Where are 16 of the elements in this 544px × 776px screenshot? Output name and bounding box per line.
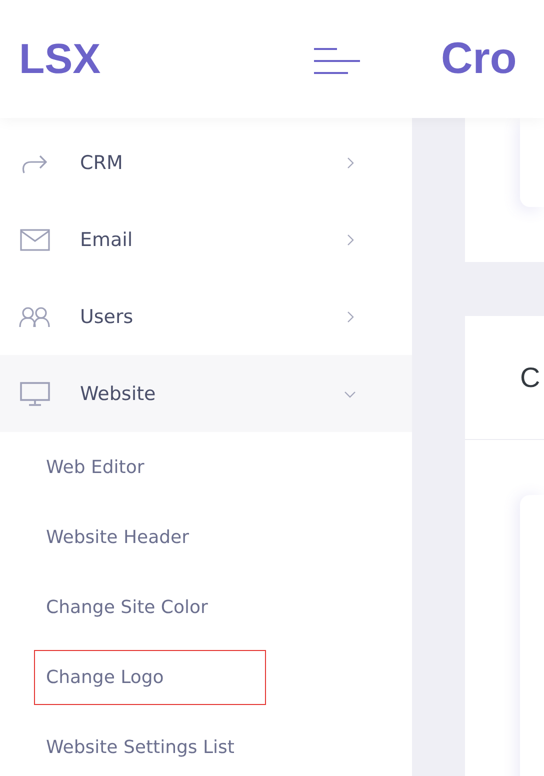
page-title: Cro <box>441 34 517 84</box>
submenu-item[interactable]: Web Editor <box>34 440 266 494</box>
menu-icon[interactable] <box>313 47 361 75</box>
submenu-item[interactable]: Website Header <box>34 510 266 564</box>
menu-item[interactable]: Website <box>0 355 412 432</box>
menu-item[interactable]: CRM <box>0 124 412 201</box>
mail-icon <box>18 228 52 250</box>
menu-item[interactable]: Users <box>0 278 412 355</box>
submenu-item[interactable]: Change Logo <box>34 650 266 704</box>
monitor-icon <box>18 382 52 406</box>
menu-item[interactable]: Email <box>0 201 412 278</box>
submenu-item[interactable]: Website Settings List <box>34 720 266 774</box>
logo[interactable]: LSX <box>19 35 313 83</box>
users-icon <box>18 306 52 328</box>
card-title: C <box>520 362 540 394</box>
submenu-item[interactable]: Change Site Color <box>34 580 266 634</box>
